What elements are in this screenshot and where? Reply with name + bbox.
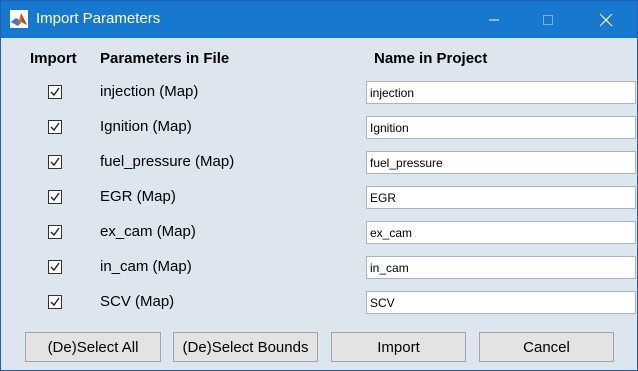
- import-checkbox[interactable]: [48, 190, 62, 204]
- title-bar[interactable]: Import Parameters: [1, 1, 637, 38]
- dialog-body: Import Parameters in File Name in Projec…: [1, 38, 637, 370]
- import-parameters-dialog: Import Parameters Import Parameters in F…: [0, 0, 638, 371]
- import-checkbox[interactable]: [48, 85, 62, 99]
- parameter-row: ex_cam (Map): [1, 216, 637, 251]
- import-checkbox[interactable]: [48, 295, 62, 309]
- import-button[interactable]: Import: [331, 332, 466, 362]
- parameter-file-name: EGR (Map): [100, 188, 176, 205]
- parameter-row: SCV (Map): [1, 286, 637, 321]
- import-checkbox[interactable]: [48, 155, 62, 169]
- project-name-field[interactable]: [366, 291, 636, 314]
- import-checkbox[interactable]: [48, 260, 62, 274]
- parameter-row: EGR (Map): [1, 181, 637, 216]
- deselect-all-button[interactable]: (De)Select All: [25, 332, 161, 362]
- parameter-row: in_cam (Map): [1, 251, 637, 286]
- project-name-field[interactable]: [366, 256, 636, 279]
- window-title: Import Parameters: [36, 10, 161, 27]
- import-column-header: Import: [30, 50, 77, 67]
- matlab-logo-icon: [10, 10, 28, 28]
- parameter-row: fuel_pressure (Map): [1, 146, 637, 181]
- parameter-file-name: in_cam (Map): [100, 258, 192, 275]
- minimize-button[interactable]: [471, 1, 517, 38]
- import-checkbox[interactable]: [48, 120, 62, 134]
- project-name-field[interactable]: [366, 81, 636, 104]
- import-checkbox[interactable]: [48, 225, 62, 239]
- minimize-icon: [489, 19, 499, 20]
- close-icon: [599, 13, 613, 26]
- maximize-icon: [543, 14, 553, 25]
- maximize-button: [525, 1, 571, 38]
- parameter-file-name: fuel_pressure (Map): [100, 153, 235, 170]
- project-name-field[interactable]: [366, 151, 636, 174]
- parameters-in-file-header: Parameters in File: [100, 50, 230, 67]
- parameter-file-name: Ignition (Map): [100, 118, 192, 135]
- cancel-button[interactable]: Cancel: [479, 332, 614, 362]
- parameter-row: Ignition (Map): [1, 111, 637, 146]
- parameter-file-name: ex_cam (Map): [100, 223, 196, 240]
- parameter-row: injection (Map): [1, 76, 637, 111]
- close-button[interactable]: [583, 1, 629, 38]
- parameter-file-name: injection (Map): [100, 83, 199, 100]
- project-name-field[interactable]: [366, 186, 636, 209]
- deselect-bounds-button[interactable]: (De)Select Bounds: [173, 332, 318, 362]
- parameter-file-name: SCV (Map): [100, 293, 175, 310]
- name-in-project-header: Name in Project: [374, 50, 488, 67]
- project-name-field[interactable]: [366, 221, 636, 244]
- project-name-field[interactable]: [366, 116, 636, 139]
